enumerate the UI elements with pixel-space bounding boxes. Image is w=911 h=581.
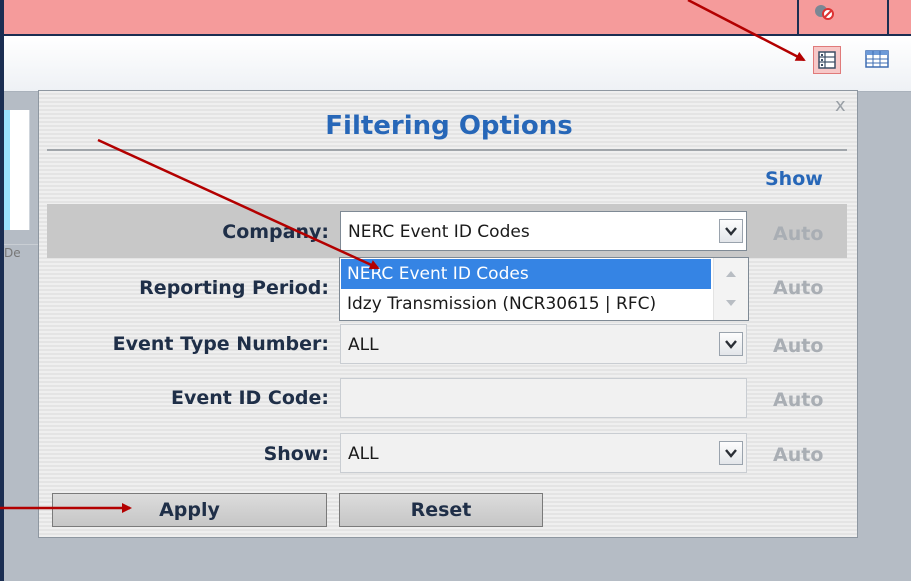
dropdown-option[interactable]: NERC Event ID Codes [341, 259, 711, 289]
reset-button[interactable]: Reset [339, 493, 543, 527]
event-id-code-auto-toggle[interactable]: Auto [773, 389, 823, 411]
company-select[interactable]: NERC Event ID Codes [340, 211, 747, 251]
dialog-title: Filtering Options [325, 111, 573, 141]
event-id-code-label: Event ID Code: [170, 387, 329, 409]
scroll-down-icon[interactable] [714, 289, 748, 319]
filtering-options-dialog: x Filtering Options Show Company: NERC E… [38, 90, 858, 538]
show-select-value: ALL [348, 444, 379, 464]
company-dropdown-list: NERC Event ID Codes Idzy Transmission (N… [339, 257, 749, 321]
show-auto-toggle[interactable]: Auto [773, 444, 823, 466]
event-type-number-value: ALL [348, 335, 379, 355]
apply-button[interactable]: Apply [52, 493, 327, 527]
top-header-strip [4, 0, 911, 36]
dropdown-arrow-icon[interactable] [719, 219, 743, 243]
scroll-up-icon[interactable] [714, 258, 748, 288]
background-panel [4, 110, 30, 230]
reporting-period-auto-toggle[interactable]: Auto [773, 277, 823, 299]
no-sign-icon[interactable] [813, 4, 835, 20]
header-divider [797, 0, 799, 36]
dropdown-arrow-icon[interactable] [719, 332, 743, 356]
background-accent [4, 110, 10, 230]
company-label: Company: [222, 221, 329, 243]
filter-view-button[interactable] [813, 46, 841, 74]
title-divider [47, 149, 847, 151]
show-select[interactable]: ALL [340, 433, 747, 473]
filter-view-icon [818, 51, 836, 69]
company-auto-toggle[interactable]: Auto [773, 223, 823, 245]
dropdown-option[interactable]: Idzy Transmission (NCR30615 | RFC) [341, 289, 711, 319]
dropdown-scrollbar[interactable] [713, 258, 748, 320]
background-divider [4, 244, 38, 245]
event-id-code-input[interactable] [340, 378, 747, 418]
event-type-number-select[interactable]: ALL [340, 324, 747, 364]
dropdown-arrow-icon[interactable] [719, 441, 743, 465]
reporting-period-label: Reporting Period: [139, 277, 329, 299]
show-column-header: Show [765, 168, 823, 190]
grid-view-icon [865, 50, 889, 68]
toolbar [4, 36, 911, 92]
event-type-number-auto-toggle[interactable]: Auto [773, 335, 823, 357]
show-label: Show: [263, 443, 329, 465]
background-column-text: De [4, 246, 21, 260]
header-divider [887, 0, 889, 36]
company-select-value: NERC Event ID Codes [348, 222, 530, 242]
event-type-number-label: Event Type Number: [112, 333, 329, 355]
grid-view-button[interactable] [863, 46, 891, 74]
